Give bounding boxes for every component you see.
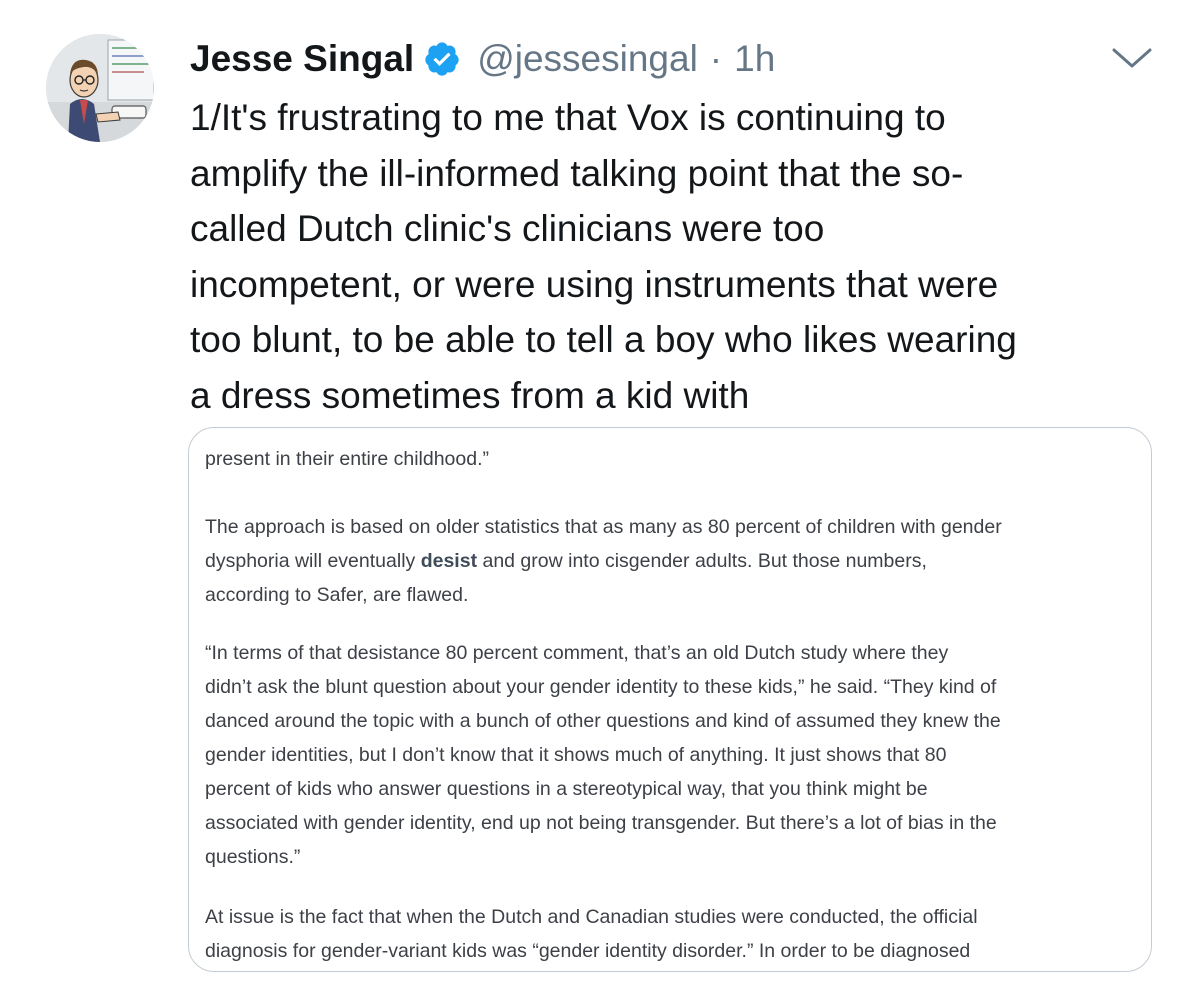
- article-line: dysphoria will eventually desist and gro…: [205, 544, 1002, 578]
- article-line: The approach is based on older statistic…: [205, 516, 1002, 538]
- timestamp[interactable]: 1h: [734, 38, 775, 80]
- tweet-text-line: too blunt, to be able to tell a boy who …: [190, 319, 1017, 360]
- author-name[interactable]: Jesse Singal: [190, 38, 414, 80]
- article-line: At issue is the fact that when the Dutch…: [205, 906, 978, 928]
- article-line: danced around the topic with a bunch of …: [205, 710, 1001, 732]
- tweet-text-line: 1/It's frustrating to me that Vox is con…: [190, 97, 946, 138]
- author-handle[interactable]: @jessesingal: [477, 38, 698, 80]
- avatar-illustration: [46, 34, 154, 142]
- tweet-header: Jesse Singal @jessesingal · 1h: [190, 34, 775, 84]
- article-line: diagnosis for gender-variant kids was “g…: [205, 940, 971, 962]
- verified-badge-icon: [425, 42, 459, 76]
- article-line: according to Safer, are flawed.: [205, 584, 469, 606]
- article-line: percent of kids who answer questions in …: [205, 778, 928, 800]
- avatar[interactable]: [46, 34, 154, 142]
- desist-link[interactable]: desist: [421, 550, 477, 572]
- chevron-down-icon[interactable]: [1110, 42, 1154, 72]
- tweet-text-line: amplify the ill-informed talking point t…: [190, 152, 964, 194]
- tweet-text-line: a dress sometimes from a kid with: [190, 374, 750, 416]
- tweet-text-line: incompetent, or were using instruments t…: [190, 263, 999, 305]
- header-separator: ·: [709, 38, 723, 79]
- article-line: gender identities, but I don’t know that…: [205, 744, 947, 766]
- article-line: didn’t ask the blunt question about your…: [205, 676, 997, 698]
- article-line: associated with gender identity, end up …: [205, 812, 997, 834]
- article-line: “In terms of that desistance 80 percent …: [205, 642, 949, 664]
- article-line: present in their entire childhood.”: [205, 448, 489, 470]
- article-text: and grow into cisgender adults. But thos…: [477, 550, 927, 572]
- tweet-text-line: called Dutch clinic's clinicians were to…: [190, 208, 825, 249]
- tweet-media-screenshot[interactable]: present in their entire childhood.” The …: [188, 427, 1152, 972]
- article-line: questions.”: [205, 846, 301, 868]
- tweet-text: 1/It's frustrating to me that Vox is con…: [190, 90, 1160, 423]
- article-text: dysphoria will eventually: [205, 550, 421, 572]
